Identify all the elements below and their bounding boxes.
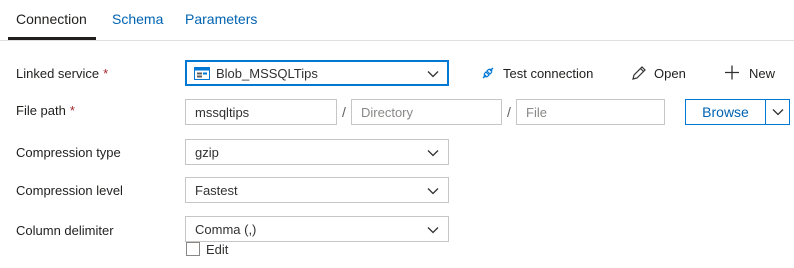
chevron-down-icon [772, 109, 784, 116]
browse-split-button: Browse [685, 99, 790, 125]
directory-placeholder: Directory [361, 105, 414, 120]
compression-type-select[interactable]: gzip [185, 139, 449, 165]
tab-connection[interactable]: Connection [16, 11, 87, 27]
path-separator: / [507, 104, 511, 120]
chevron-down-icon [427, 71, 439, 78]
open-label: Open [654, 66, 686, 81]
browse-dropdown-button[interactable] [766, 100, 789, 124]
plug-connection-icon [482, 67, 494, 79]
chevron-down-icon [427, 188, 439, 195]
edit-checkbox[interactable] [186, 242, 200, 256]
browse-button[interactable]: Browse [686, 100, 766, 124]
tab-bar: Connection Schema Parameters [0, 0, 794, 41]
path-separator: / [342, 104, 346, 120]
directory-input[interactable]: Directory [351, 99, 502, 125]
column-delimiter-label: Column delimiter [16, 223, 114, 238]
chevron-down-icon [427, 227, 439, 234]
test-connection-button[interactable]: Test connection [479, 64, 597, 84]
linked-service-select[interactable]: Blob_MSSQLTips [185, 60, 449, 86]
new-button[interactable]: New [723, 64, 777, 84]
plus-icon [725, 65, 739, 80]
compression-type-label: Compression type [16, 145, 121, 160]
file-input[interactable]: File [516, 99, 665, 125]
required-marker: * [103, 66, 109, 81]
tab-parameters[interactable]: Parameters [185, 11, 257, 27]
tab-schema[interactable]: Schema [112, 11, 163, 27]
open-button[interactable]: Open [630, 64, 690, 84]
compression-type-value: gzip [195, 145, 219, 160]
file-path-label-text: File path [16, 103, 66, 118]
column-delimiter-value: Comma (,) [195, 222, 257, 237]
new-label: New [749, 66, 776, 81]
edit-checkbox-label: Edit [206, 242, 229, 257]
storage-blob-icon [194, 67, 210, 80]
compression-level-value: Fastest [195, 183, 238, 198]
file-placeholder: File [526, 105, 547, 120]
active-tab-indicator [8, 37, 96, 40]
required-marker: * [69, 103, 75, 118]
file-path-label: File path * [16, 103, 75, 118]
column-delimiter-select[interactable]: Comma (,) [185, 216, 449, 242]
pencil-icon [632, 66, 646, 80]
compression-level-select[interactable]: Fastest [185, 177, 449, 203]
container-value: mssqltips [195, 105, 250, 120]
compression-level-label: Compression level [16, 183, 123, 198]
linked-service-label-text: Linked service [16, 66, 100, 81]
container-input[interactable]: mssqltips [185, 99, 337, 125]
chevron-down-icon [427, 150, 439, 157]
linked-service-label: Linked service * [16, 66, 108, 81]
test-connection-label: Test connection [503, 66, 594, 81]
linked-service-value: Blob_MSSQLTips [216, 66, 318, 81]
